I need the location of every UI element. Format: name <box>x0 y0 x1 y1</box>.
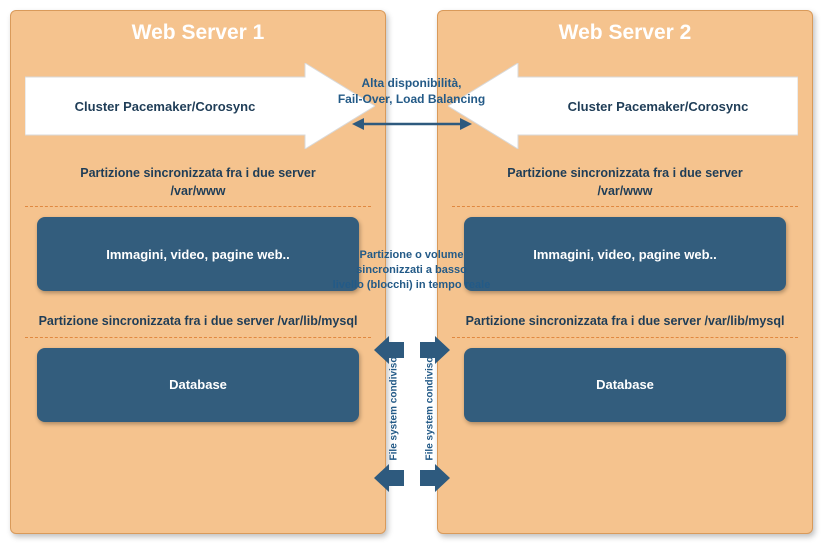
divider <box>25 337 371 338</box>
divider <box>452 206 798 207</box>
content-box-media-left: Immagini, video, pagine web.. <box>37 217 359 291</box>
center-annotations: Alta disponibilità, Fail-Over, Load Bala… <box>386 10 437 534</box>
content-box-media-right: Immagini, video, pagine web.. <box>464 217 786 291</box>
double-arrow-horizontal-icon <box>352 117 472 131</box>
sync-arrows-icon <box>374 328 450 372</box>
cluster-arrow-left: Cluster Pacemaker/Corosync <box>25 63 371 149</box>
sync-arrows-icon <box>374 456 450 500</box>
partition-sync-label: Partizione o volume sincronizzati a bass… <box>317 248 507 293</box>
divider <box>452 337 798 338</box>
cluster-label-right: Cluster Pacemaker/Corosync <box>518 63 798 149</box>
section-mysql-left: Partizione sincronizzata fra i due serve… <box>25 313 371 331</box>
divider <box>25 206 371 207</box>
ha-label: Alta disponibilità, Fail-Over, Load Bala… <box>332 76 492 107</box>
webserver2-title: Web Server 2 <box>452 21 798 45</box>
cluster-arrow-right: Cluster Pacemaker/Corosync <box>452 63 798 149</box>
webserver1-title: Web Server 1 <box>25 21 371 45</box>
content-box-db-right: Database <box>464 348 786 422</box>
content-box-db-left: Database <box>37 348 359 422</box>
section-mysql-right: Partizione sincronizzata fra i due serve… <box>452 313 798 331</box>
cluster-label-left: Cluster Pacemaker/Corosync <box>25 63 305 149</box>
section-www-right: Partizione sincronizzata fra i due serve… <box>452 165 798 200</box>
section-www-left: Partizione sincronizzata fra i due serve… <box>25 165 371 200</box>
